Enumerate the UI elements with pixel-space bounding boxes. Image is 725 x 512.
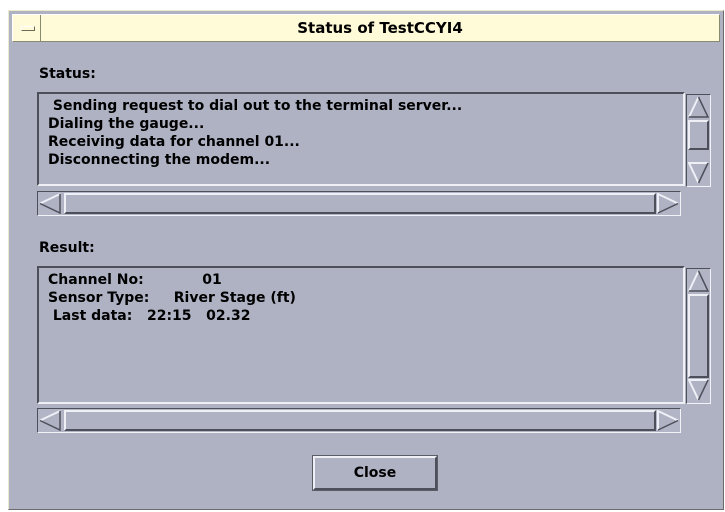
status-horizontal-thumb[interactable] — [64, 193, 656, 214]
status-line: Disconnecting the modem... — [48, 152, 271, 168]
status-line: Sending request to dial out to the termi… — [48, 98, 463, 114]
title-bar[interactable]: Status of TestCCYI4 — [12, 14, 720, 42]
scroll-up-arrow-icon[interactable] — [688, 96, 709, 118]
close-button[interactable]: Close — [312, 455, 438, 491]
result-vertical-scrollbar[interactable] — [686, 268, 711, 404]
scroll-left-arrow-icon[interactable] — [39, 193, 61, 214]
result-text-area[interactable]: Channel No: 01 Sensor Type: River Stage … — [37, 266, 685, 404]
status-line: Receiving data for channel 01... — [48, 134, 300, 150]
window-menu-button[interactable] — [13, 15, 41, 41]
result-line: Last data: 22:15 02.32 — [48, 308, 251, 324]
result-horizontal-thumb[interactable] — [64, 410, 656, 431]
scroll-right-arrow-icon[interactable] — [657, 410, 679, 431]
result-line: Channel No: 01 — [48, 272, 222, 288]
scroll-up-arrow-icon[interactable] — [688, 270, 709, 292]
scroll-right-arrow-icon[interactable] — [657, 193, 679, 214]
window-title: Status of TestCCYI4 — [297, 19, 463, 37]
result-horizontal-scrollbar[interactable] — [37, 408, 681, 433]
result-vertical-thumb[interactable] — [688, 294, 709, 378]
status-horizontal-scrollbar[interactable] — [37, 191, 681, 216]
status-vertical-thumb[interactable] — [688, 120, 709, 150]
result-line: Sensor Type: River Stage (ft) — [48, 290, 296, 306]
scroll-down-arrow-icon[interactable] — [688, 162, 709, 184]
scroll-left-arrow-icon[interactable] — [39, 410, 61, 431]
status-line: Dialing the gauge... — [48, 116, 205, 132]
status-text-area[interactable]: Sending request to dial out to the termi… — [37, 92, 685, 186]
scroll-down-arrow-icon[interactable] — [688, 379, 709, 401]
result-label: Result: — [39, 240, 95, 256]
status-dialog: Status of TestCCYI4 Status: Sending requ… — [8, 10, 724, 510]
status-vertical-scrollbar[interactable] — [686, 94, 711, 187]
window-menu-icon — [21, 26, 35, 31]
status-label: Status: — [39, 66, 96, 82]
